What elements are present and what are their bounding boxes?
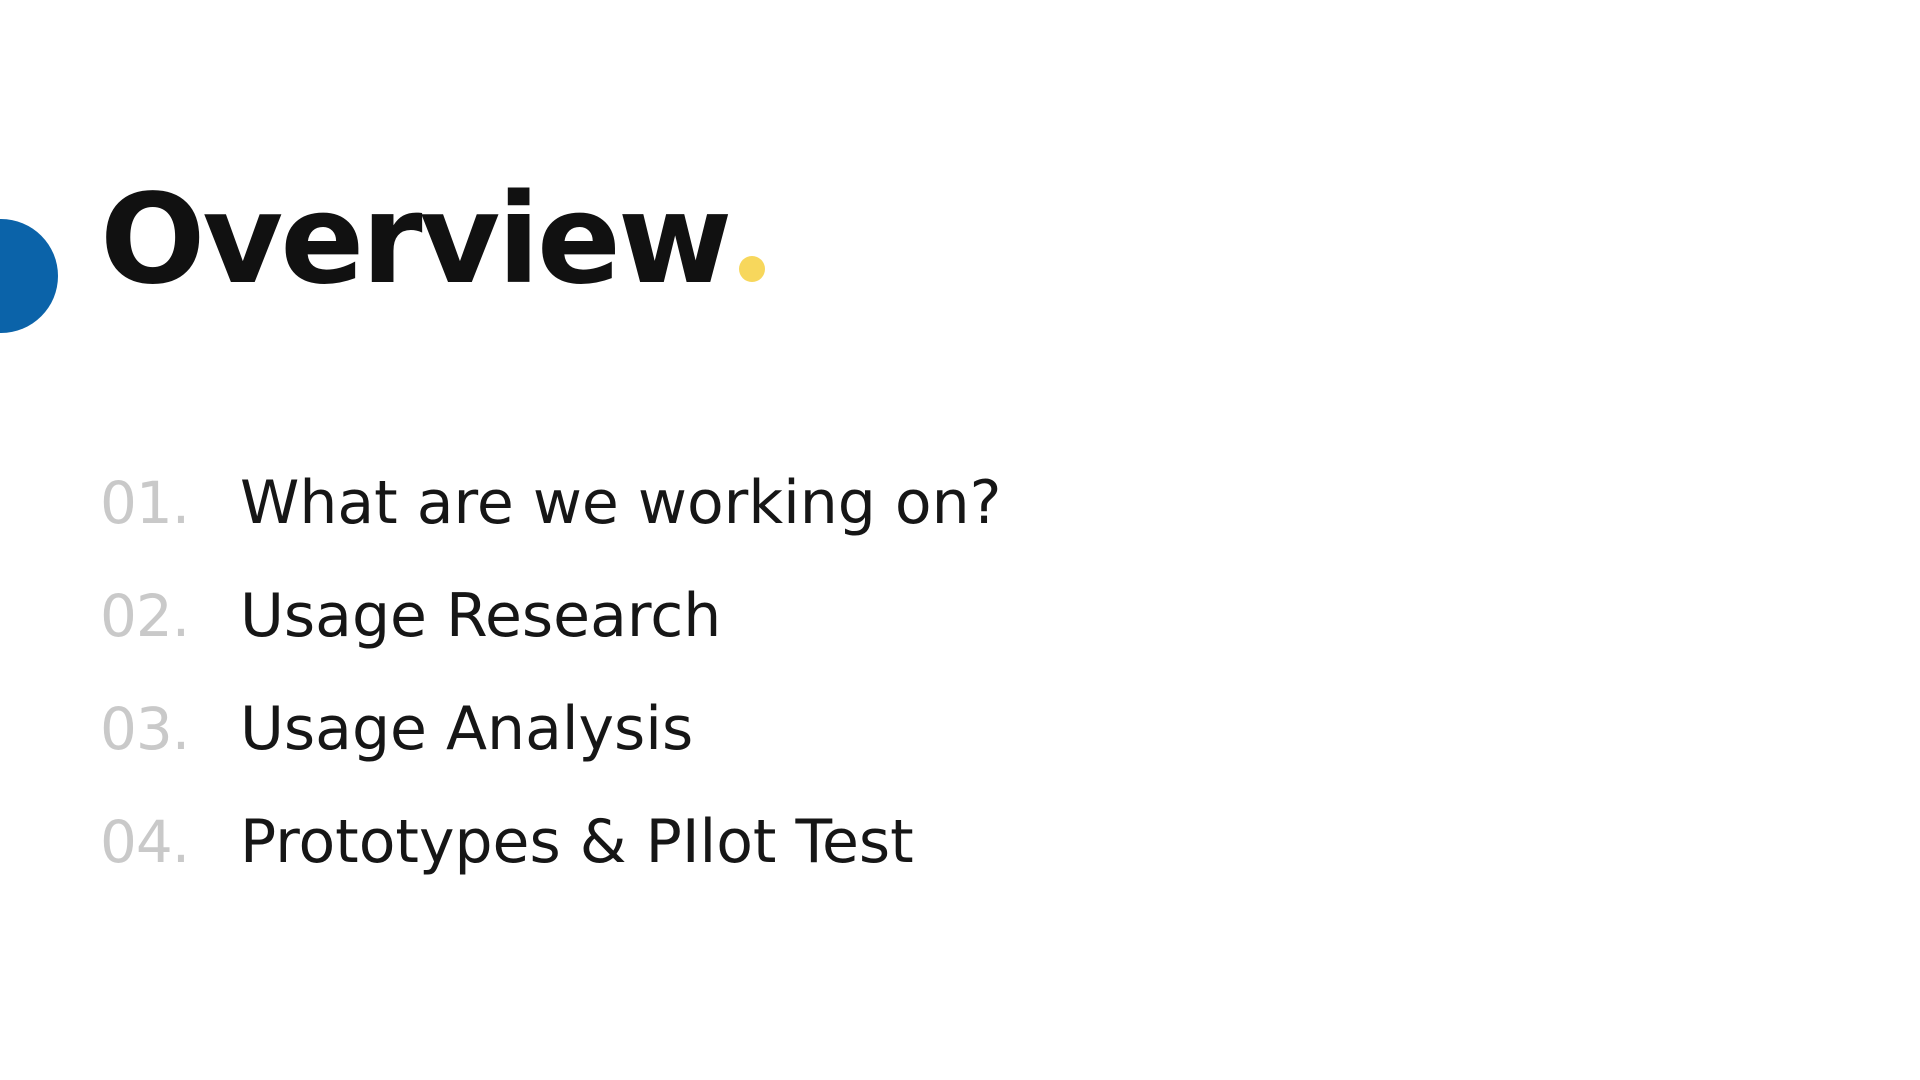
agenda-item-number: 03. bbox=[100, 694, 190, 763]
yellow-dot-accent bbox=[739, 256, 766, 282]
agenda-list: 01. What are we working on? 02. Usage Re… bbox=[100, 446, 1002, 898]
agenda-item-1: 01. What are we working on? bbox=[100, 446, 1002, 559]
agenda-item-label: What are we working on? bbox=[240, 467, 1002, 538]
agenda-item-number: 01. bbox=[100, 468, 190, 537]
agenda-item-label: Prototypes & PIlot Test bbox=[240, 806, 914, 877]
agenda-item-2: 02. Usage Research bbox=[100, 559, 1002, 672]
slide-title-text: Overview bbox=[100, 168, 732, 312]
blue-accent-circle bbox=[0, 219, 58, 333]
agenda-item-number: 02. bbox=[100, 581, 190, 650]
slide-title: Overview bbox=[100, 178, 766, 302]
agenda-item-4: 04. Prototypes & PIlot Test bbox=[100, 785, 1002, 898]
agenda-item-number: 04. bbox=[100, 807, 190, 876]
agenda-item-label: Usage Research bbox=[240, 580, 722, 651]
agenda-item-label: Usage Analysis bbox=[240, 693, 694, 764]
agenda-item-3: 03. Usage Analysis bbox=[100, 672, 1002, 785]
